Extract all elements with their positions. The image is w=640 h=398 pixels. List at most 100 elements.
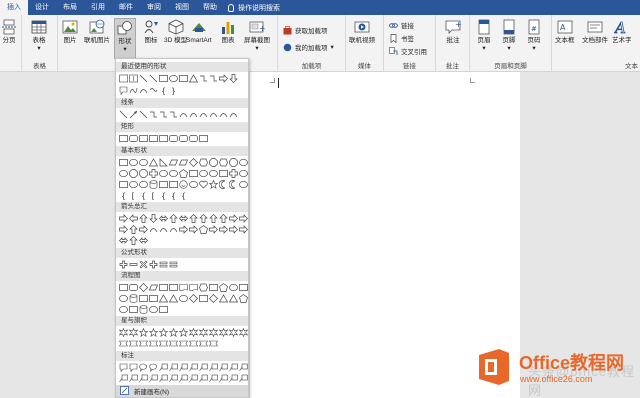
shape-oval[interactable] bbox=[119, 305, 128, 314]
shape-oval[interactable] bbox=[189, 180, 198, 189]
shape-lrarrow[interactable] bbox=[159, 214, 168, 223]
shape-elbow[interactable] bbox=[149, 110, 158, 119]
shape-rect[interactable] bbox=[189, 169, 198, 178]
shape-cross[interactable] bbox=[149, 169, 158, 178]
shape-moon[interactable] bbox=[218, 180, 228, 189]
shape-lcallout[interactable] bbox=[179, 374, 188, 383]
3d-models-button[interactable]: 3D 模型 bbox=[164, 19, 187, 45]
shape-larrow[interactable] bbox=[129, 214, 138, 223]
shape-can[interactable] bbox=[149, 180, 158, 189]
shape-oval[interactable] bbox=[239, 158, 248, 167]
shape-rect[interactable] bbox=[199, 294, 208, 303]
shape-oval[interactable] bbox=[159, 169, 168, 178]
shape-curve[interactable] bbox=[179, 110, 188, 119]
shape-banner[interactable] bbox=[188, 339, 199, 348]
shape-star[interactable] bbox=[138, 327, 149, 338]
shape-rect[interactable] bbox=[219, 169, 228, 178]
shape-rarrow[interactable] bbox=[139, 225, 148, 234]
shape-para[interactable] bbox=[148, 283, 159, 292]
bookmark-button[interactable]: 书签 bbox=[389, 33, 414, 43]
online-picture-button[interactable]: 联机图片 bbox=[84, 19, 110, 45]
shape-star[interactable] bbox=[178, 327, 189, 338]
get-addins-button[interactable]: 获取加载项 bbox=[283, 25, 328, 35]
shape-tri[interactable] bbox=[158, 294, 169, 303]
shape-elbow[interactable] bbox=[159, 110, 168, 119]
shape-brace[interactable]: { bbox=[159, 86, 168, 96]
shape-uarrow[interactable] bbox=[189, 214, 198, 223]
shape-pent[interactable] bbox=[239, 294, 248, 303]
shape-arrowline[interactable] bbox=[129, 110, 138, 119]
shape-rrect[interactable] bbox=[129, 134, 138, 143]
shape-diamond[interactable] bbox=[189, 294, 198, 303]
shape-star[interactable] bbox=[208, 179, 219, 190]
shape-rect[interactable] bbox=[239, 283, 248, 292]
shape-curve[interactable] bbox=[169, 225, 178, 234]
shape-rect[interactable] bbox=[199, 134, 208, 143]
shape-rarrow[interactable] bbox=[119, 214, 128, 223]
shape-hex[interactable] bbox=[219, 158, 228, 167]
shape-star[interactable] bbox=[168, 327, 179, 338]
shape-oval[interactable] bbox=[169, 169, 178, 178]
shape-lcallout[interactable] bbox=[169, 374, 178, 383]
shape-curve[interactable] bbox=[149, 225, 158, 234]
my-addins-button[interactable]: 我的加载项 ▾ bbox=[283, 42, 334, 52]
shape-doc[interactable] bbox=[179, 283, 188, 292]
shape-oct[interactable] bbox=[139, 169, 148, 178]
smartart-button[interactable]: SmartArt bbox=[186, 19, 212, 45]
page-number-button[interactable]: # 页码 ▾ bbox=[526, 19, 542, 53]
shape-curve[interactable] bbox=[199, 110, 208, 119]
shape-rect[interactable] bbox=[159, 283, 168, 292]
shape-bracket[interactable]: [ bbox=[149, 191, 158, 201]
shape-lcallout[interactable] bbox=[219, 374, 228, 383]
shape-arc[interactable] bbox=[139, 86, 148, 95]
shape-curve[interactable] bbox=[219, 110, 228, 119]
shape-lcallout[interactable] bbox=[159, 363, 168, 372]
shape-pent[interactable] bbox=[199, 225, 208, 234]
shape-rect[interactable] bbox=[209, 283, 218, 292]
shape-rarrow[interactable] bbox=[229, 214, 238, 223]
shape-lcallout[interactable] bbox=[169, 363, 178, 372]
shape-diamond[interactable] bbox=[139, 283, 148, 292]
shape-uarrow[interactable] bbox=[129, 225, 138, 234]
shape-oval[interactable] bbox=[229, 283, 238, 292]
shape-arrow-right[interactable] bbox=[219, 74, 228, 83]
shape-lrarrow[interactable] bbox=[119, 236, 128, 245]
online-video-button[interactable]: 联机视频 bbox=[349, 19, 375, 45]
table-button[interactable]: 表格 ▾ bbox=[31, 19, 47, 53]
shape-equal[interactable] bbox=[159, 260, 168, 269]
shape-tri[interactable] bbox=[168, 294, 179, 303]
shape-burst[interactable] bbox=[198, 327, 209, 338]
icons-button[interactable]: 图标 bbox=[143, 19, 159, 45]
shape-rectangle[interactable] bbox=[159, 74, 168, 83]
shape-curve[interactable] bbox=[189, 110, 198, 119]
shape-oct[interactable] bbox=[209, 158, 218, 167]
shape-banner[interactable] bbox=[118, 339, 129, 348]
shape-rect[interactable] bbox=[159, 134, 168, 143]
shape-rarrow[interactable] bbox=[119, 225, 128, 234]
shape-rrect[interactable] bbox=[189, 134, 198, 143]
shape-lcallout[interactable] bbox=[179, 363, 188, 372]
cross-reference-button[interactable]: 交叉引用 bbox=[389, 46, 427, 56]
shape-elbow[interactable] bbox=[169, 110, 178, 119]
shape-rarrow[interactable] bbox=[229, 225, 238, 234]
shape-oval[interactable] bbox=[179, 294, 188, 303]
shape-line[interactable] bbox=[139, 74, 148, 83]
tab-help[interactable]: 帮助 bbox=[196, 0, 224, 15]
shape-oval[interactable] bbox=[139, 180, 148, 189]
shape-banner[interactable] bbox=[148, 339, 159, 348]
shape-lcallout[interactable] bbox=[119, 374, 128, 383]
shape-lcallout[interactable] bbox=[139, 374, 148, 383]
shape-uarrow[interactable] bbox=[199, 214, 208, 223]
shape-lcallout[interactable] bbox=[149, 374, 158, 383]
shape-diamond[interactable] bbox=[189, 158, 198, 167]
shape-lrarrow[interactable] bbox=[139, 236, 148, 245]
shape-burst[interactable] bbox=[118, 327, 129, 338]
shape-bracket[interactable]: [ bbox=[129, 191, 138, 201]
shape-minus[interactable] bbox=[129, 260, 138, 269]
shape-uarrow[interactable] bbox=[209, 214, 218, 223]
shape-oval[interactable] bbox=[169, 74, 178, 83]
shape-callout[interactable] bbox=[119, 86, 128, 96]
shape-line[interactable] bbox=[149, 74, 158, 83]
tab-insert[interactable]: 插入 bbox=[0, 0, 28, 15]
shape-rarrow[interactable] bbox=[179, 225, 188, 234]
